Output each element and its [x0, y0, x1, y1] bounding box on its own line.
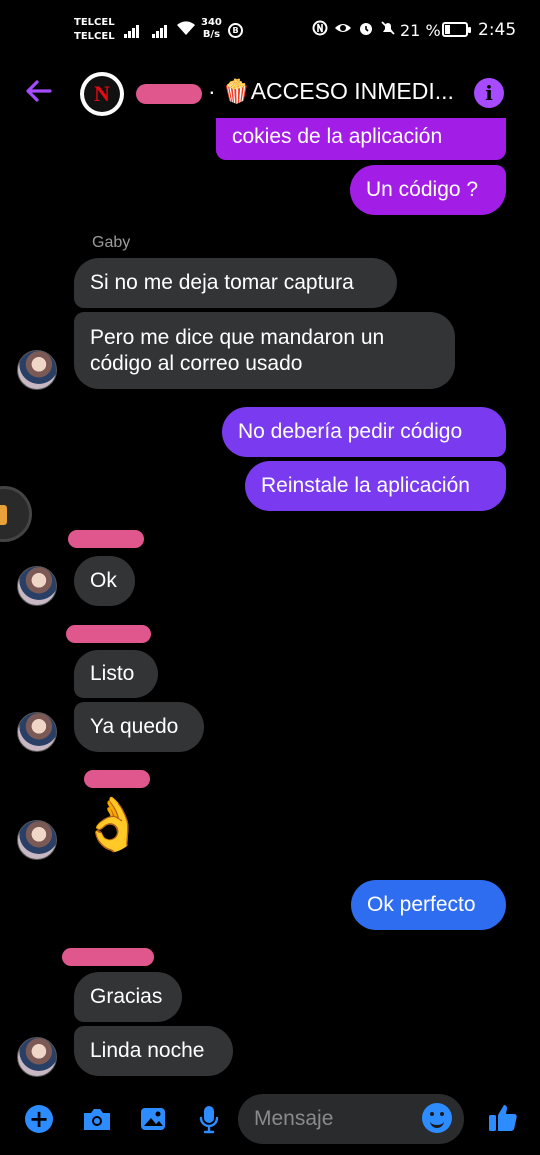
chat-head-bubble[interactable] — [0, 486, 32, 542]
b-badge-icon: B — [228, 23, 243, 38]
message-outgoing[interactable]: Un código ? — [350, 165, 506, 215]
message-incoming[interactable]: Si no me deja tomar captura — [74, 258, 397, 308]
message-incoming[interactable]: Listo — [74, 650, 158, 698]
message-incoming[interactable]: Linda noche — [74, 1026, 233, 1076]
network-speed: 340 B/s — [201, 17, 222, 40]
redacted-name — [136, 84, 202, 104]
carrier-2: TELCEL — [74, 31, 115, 42]
add-icon[interactable]: + — [25, 1105, 53, 1133]
message-outgoing[interactable]: Ok perfecto — [351, 880, 506, 930]
chat-header: N · 🍿ACCESO INMEDI... i — [0, 64, 540, 120]
contact-avatar[interactable] — [17, 566, 57, 606]
message-incoming[interactable]: Gracias — [74, 972, 182, 1022]
thumbs-up-icon[interactable] — [486, 1101, 520, 1135]
ok-hand-emoji[interactable]: 👌 — [80, 794, 145, 855]
group-avatar[interactable]: N — [80, 72, 124, 116]
battery-percent: 21 % — [400, 21, 441, 40]
muted-bell-icon — [380, 20, 396, 40]
message-outgoing[interactable]: No debería pedir código — [222, 407, 506, 457]
message-incoming[interactable]: Ok — [74, 556, 135, 606]
clock: 2:45 — [478, 20, 517, 40]
contact-avatar[interactable] — [17, 712, 57, 752]
chat-title[interactable]: · 🍿ACCESO INMEDI... — [208, 78, 454, 105]
redacted-sender — [62, 948, 154, 966]
sender-name: Gaby — [92, 234, 131, 251]
redacted-sender — [84, 770, 150, 788]
redacted-sender — [68, 530, 144, 548]
message-outgoing[interactable]: cokies de la aplicación — [216, 118, 506, 160]
back-arrow-icon[interactable] — [22, 74, 56, 108]
eye-icon — [334, 20, 352, 40]
carrier-labels: TELCEL TELCEL — [74, 16, 115, 44]
emoji-icon[interactable] — [422, 1103, 452, 1133]
signal-icon — [152, 22, 167, 38]
microphone-icon[interactable] — [194, 1104, 224, 1134]
carrier-1: TELCEL — [74, 17, 115, 28]
signal-icon — [124, 22, 139, 38]
status-bar: TELCEL TELCEL 340 B/s B 21 % 2:45 — [0, 0, 540, 60]
status-icons — [312, 20, 396, 40]
contact-avatar[interactable] — [17, 1037, 57, 1077]
alarm-icon — [358, 20, 374, 40]
netflix-logo-icon: N — [84, 76, 120, 112]
info-icon[interactable]: i — [474, 78, 504, 108]
message-incoming[interactable]: Ya quedo — [74, 702, 204, 752]
redacted-sender — [66, 625, 151, 643]
gallery-icon[interactable] — [138, 1104, 168, 1134]
contact-avatar[interactable] — [17, 820, 57, 860]
message-input[interactable] — [254, 1104, 414, 1134]
camera-icon[interactable] — [82, 1104, 112, 1134]
message-incoming[interactable]: Pero me dice que mandaron un código al c… — [74, 312, 455, 389]
message-composer: + — [0, 1090, 540, 1150]
wifi-icon — [176, 20, 196, 40]
message-outgoing[interactable]: Reinstale la aplicación — [245, 461, 506, 511]
contact-avatar[interactable] — [17, 350, 57, 390]
message-input-container[interactable] — [238, 1094, 464, 1144]
battery-icon — [442, 22, 471, 37]
nfc-icon — [312, 20, 328, 40]
